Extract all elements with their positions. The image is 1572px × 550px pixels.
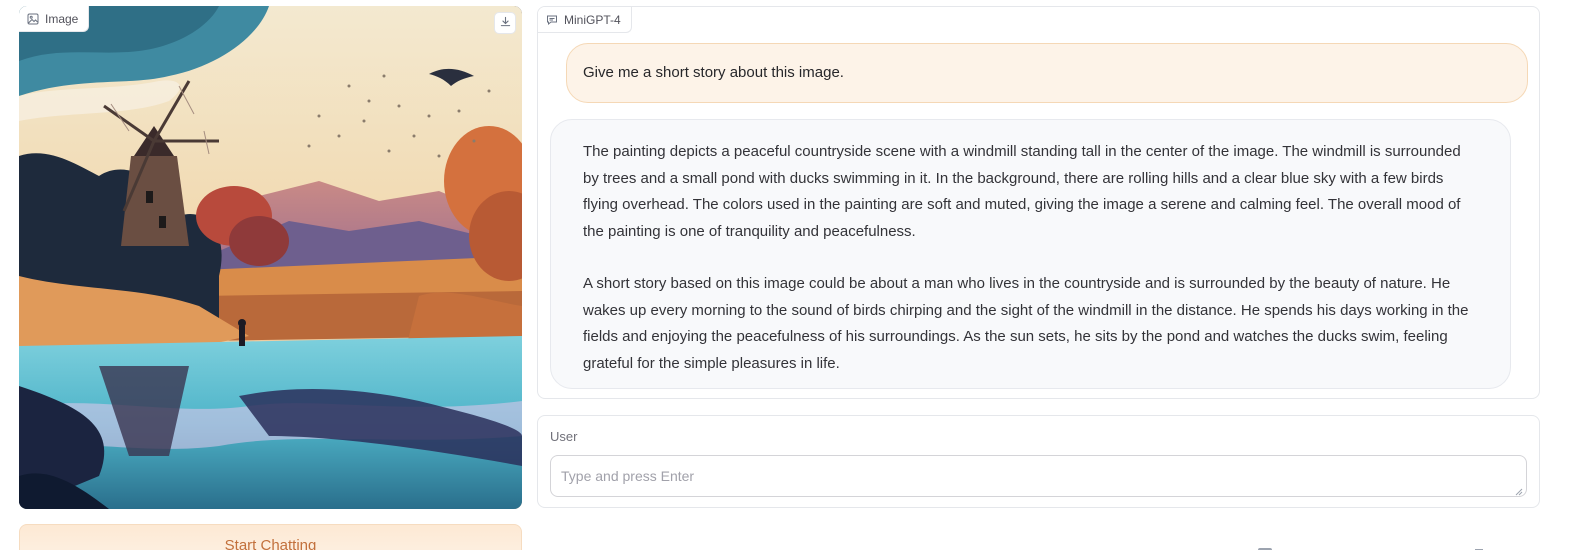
user-message: Give me a short story about this image. (566, 43, 1528, 103)
bot-message: The painting depicts a peaceful countrys… (550, 119, 1511, 389)
user-input-field[interactable] (550, 455, 1527, 497)
image-display[interactable]: Image (19, 6, 522, 509)
windmill-painting-image (19, 6, 522, 509)
user-input-panel: User (537, 415, 1540, 508)
chat-bubble-icon (546, 14, 558, 26)
download-button[interactable] (494, 12, 516, 34)
offscreen-content-fragment (1120, 540, 1510, 550)
bot-message-paragraph: A short story based on this image could … (583, 275, 1469, 372)
bot-message-paragraph: The painting depicts a peaceful countrys… (583, 143, 1461, 240)
download-icon (500, 14, 511, 32)
start-chatting-label: Start Chatting (224, 537, 317, 550)
resize-grip-icon[interactable] (1515, 483, 1523, 496)
chatbot-block-label: MiniGPT-4 (538, 7, 632, 33)
chatbot-panel: MiniGPT-4 Give me a short story about th… (537, 6, 1540, 399)
image-icon (27, 13, 39, 25)
user-message-text: Give me a short story about this image. (583, 64, 844, 81)
chatbot-block-label-text: MiniGPT-4 (564, 12, 621, 27)
image-block-label: Image (19, 6, 90, 32)
start-chatting-button[interactable]: Start Chatting (19, 524, 522, 550)
image-block-label-text: Image (45, 11, 79, 26)
user-input-label: User (550, 429, 578, 444)
